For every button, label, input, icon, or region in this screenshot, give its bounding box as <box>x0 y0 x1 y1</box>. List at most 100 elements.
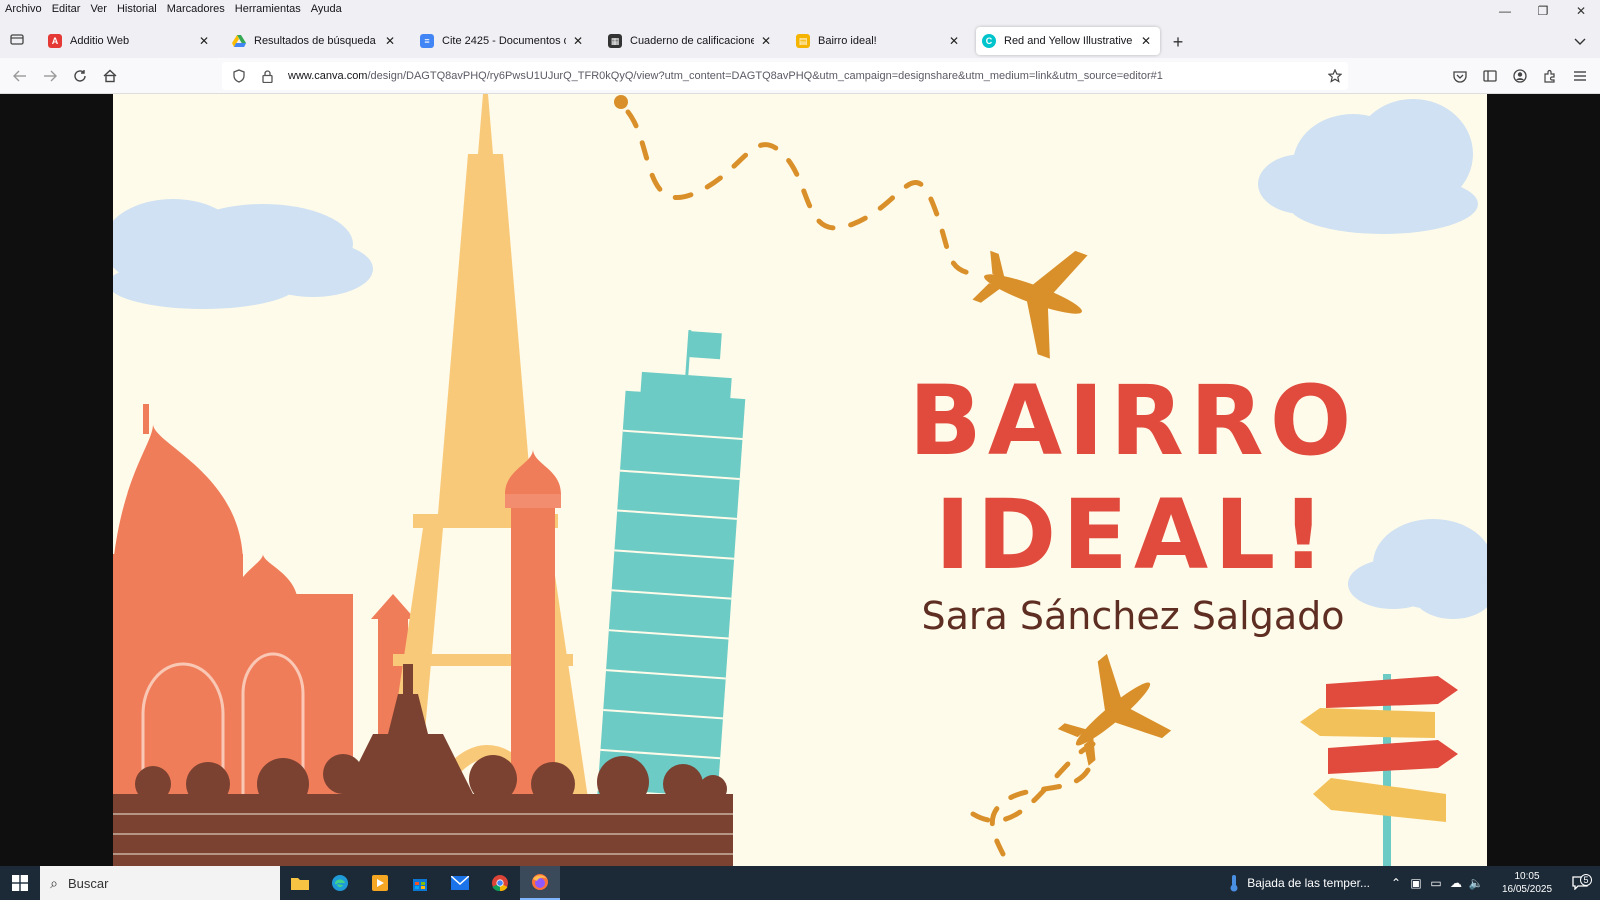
url-host: www.canva.com <box>288 70 368 82</box>
tab-additio[interactable]: A Additio Web ✕ <box>42 27 218 55</box>
url-path: /design/DAGTQ8avPHQ/ry6PwsU1UJurQ_TFR0kQ… <box>367 70 1163 82</box>
home-icon <box>103 69 117 83</box>
gradebook-icon: ▦ <box>608 34 622 48</box>
arrow-left-icon <box>13 70 26 82</box>
windows-logo-icon <box>12 875 28 891</box>
forward-button[interactable] <box>40 66 60 86</box>
microsoft-store-button[interactable] <box>400 866 440 900</box>
close-tab-icon[interactable]: ✕ <box>946 33 962 49</box>
navigation-toolbar: www.canva.com/design/DAGTQ8avPHQ/ry6PwsU… <box>0 58 1600 94</box>
tab-gradebook[interactable]: ▦ Cuaderno de calificaciones de 2 ✕ <box>602 27 780 55</box>
close-tab-icon[interactable]: ✕ <box>196 33 212 49</box>
url-bar[interactable]: www.canva.com/design/DAGTQ8avPHQ/ry6PwsU… <box>222 62 1348 90</box>
tab-title: Bairro ideal! <box>818 35 877 47</box>
notification-center-button[interactable]: 5 <box>1560 874 1600 890</box>
file-explorer-button[interactable] <box>280 866 320 900</box>
search-placeholder: Buscar <box>68 875 109 891</box>
chevron-down-icon <box>1574 38 1586 45</box>
windows-taskbar: ⌕ Buscar Bajada de las temper... ⌃ ▣ ▭ ☁… <box>0 866 1600 900</box>
tab-bairro-ideal[interactable]: ▤ Bairro ideal! ✕ <box>790 27 968 55</box>
tab-list-button[interactable] <box>6 28 28 50</box>
account-icon <box>1513 69 1527 83</box>
lock-icon[interactable] <box>256 69 278 83</box>
google-docs-icon: ≡ <box>420 34 434 48</box>
menu-herramientas[interactable]: Herramientas <box>230 3 306 15</box>
presentation-slide[interactable]: BAIRRO IDEAL! Sara Sánchez Salgado <box>113 94 1487 866</box>
slide-subtitle: Sara Sánchez Salgado <box>921 594 1345 638</box>
slide-title: BAIRRO IDEAL! <box>873 364 1393 592</box>
chevron-up-icon[interactable]: ⌃ <box>1386 876 1406 890</box>
taskbar-search-box[interactable]: ⌕ Buscar <box>40 866 280 900</box>
tab-google-drive[interactable]: Resultados de búsqueda - Google Drive ✕ <box>226 27 404 55</box>
clock[interactable]: 10:05 16/05/2025 <box>1494 870 1560 896</box>
extensions-button[interactable] <box>1540 66 1560 86</box>
firefox-icon <box>532 874 548 890</box>
tab-canva-active[interactable]: C Red and Yellow Illustrative Colorful ✕ <box>976 27 1160 55</box>
menu-archivo[interactable]: Archivo <box>0 3 47 15</box>
search-icon: ⌕ <box>50 874 58 891</box>
tab-list-icon <box>10 34 24 45</box>
url-text[interactable]: www.canva.com/design/DAGTQ8avPHQ/ry6PwsU… <box>288 70 1322 82</box>
slide-title-line1: BAIRRO <box>908 365 1358 477</box>
google-drive-icon <box>232 34 246 48</box>
meet-now-icon[interactable]: ▣ <box>1406 876 1426 890</box>
bookmark-star-icon[interactable] <box>1322 69 1348 83</box>
reload-button[interactable] <box>70 66 90 86</box>
app-menu-button[interactable] <box>1570 66 1590 86</box>
tracking-protection-shield-icon[interactable] <box>228 69 250 83</box>
store-bag-icon <box>413 879 427 891</box>
tab-title: Additio Web <box>70 35 130 47</box>
notification-count-badge: 5 <box>1580 874 1592 886</box>
new-tab-button[interactable]: + <box>1168 32 1188 52</box>
back-button[interactable] <box>10 66 30 86</box>
chrome-icon <box>492 875 508 892</box>
slide-title-line2: IDEAL! <box>934 479 1332 591</box>
clock-time: 10:05 <box>1514 871 1540 882</box>
firefox-button[interactable] <box>520 866 560 900</box>
home-button[interactable] <box>100 66 120 86</box>
edge-button[interactable] <box>320 866 360 900</box>
close-tab-icon[interactable]: ✕ <box>1138 33 1154 49</box>
mail-envelope-icon <box>451 876 469 890</box>
pocket-button[interactable] <box>1450 66 1470 86</box>
close-tab-icon[interactable]: ✕ <box>570 33 586 49</box>
weather-text: Bajada de las temper... <box>1247 876 1370 890</box>
cloud-left-illustration <box>113 199 373 309</box>
tab-title: Red and Yellow Illustrative Colorful <box>1004 35 1134 47</box>
folder-icon <box>291 878 309 890</box>
chrome-button[interactable] <box>480 866 520 900</box>
cloud-top-right-illustration <box>1258 99 1478 234</box>
tab-google-docs[interactable]: ≡ Cite 2425 - Documentos de Google ✕ <box>414 27 592 55</box>
menu-historial[interactable]: Historial <box>112 3 162 15</box>
start-button[interactable] <box>0 866 40 900</box>
close-tab-icon[interactable]: ✕ <box>382 33 398 49</box>
hamburger-menu-icon <box>1574 71 1586 81</box>
system-tray: Bajada de las temper... ⌃ ▣ ▭ ☁ 🔈 10:05 … <box>1229 866 1600 900</box>
sidebar-button[interactable] <box>1480 66 1500 86</box>
arrow-right-icon <box>44 70 57 82</box>
media-app-button[interactable] <box>360 866 400 900</box>
close-tab-icon[interactable]: ✕ <box>758 33 774 49</box>
additio-icon: A <box>48 34 62 48</box>
airplane-bottom-illustration <box>1057 653 1172 766</box>
network-icon[interactable]: ▭ <box>1426 876 1446 890</box>
onedrive-cloud-icon[interactable]: ☁ <box>1446 876 1466 890</box>
weather-widget[interactable]: Bajada de las temper... <box>1229 874 1370 892</box>
plus-icon: + <box>1172 31 1184 52</box>
menu-marcadores[interactable]: Marcadores <box>162 3 230 15</box>
puzzle-icon <box>1544 69 1555 83</box>
google-slides-icon: ▤ <box>796 34 810 48</box>
menu-editar[interactable]: Editar <box>47 3 86 15</box>
menu-ayuda[interactable]: Ayuda <box>306 3 347 15</box>
menu-bar: Archivo Editar Ver Historial Marcadores … <box>0 0 1600 18</box>
mail-button[interactable] <box>440 866 480 900</box>
tab-strip: A Additio Web ✕ Resultados de búsqueda -… <box>0 18 1600 58</box>
tab-title: Cuaderno de calificaciones de 2 <box>630 35 754 47</box>
list-all-tabs-button[interactable] <box>1570 32 1590 52</box>
speaker-volume-icon[interactable]: 🔈 <box>1466 876 1486 890</box>
tab-title: Resultados de búsqueda - Google Drive <box>254 35 378 47</box>
menu-ver[interactable]: Ver <box>85 3 112 15</box>
account-button[interactable] <box>1510 66 1530 86</box>
clock-date: 16/05/2025 <box>1501 884 1553 895</box>
reload-icon <box>74 70 86 82</box>
